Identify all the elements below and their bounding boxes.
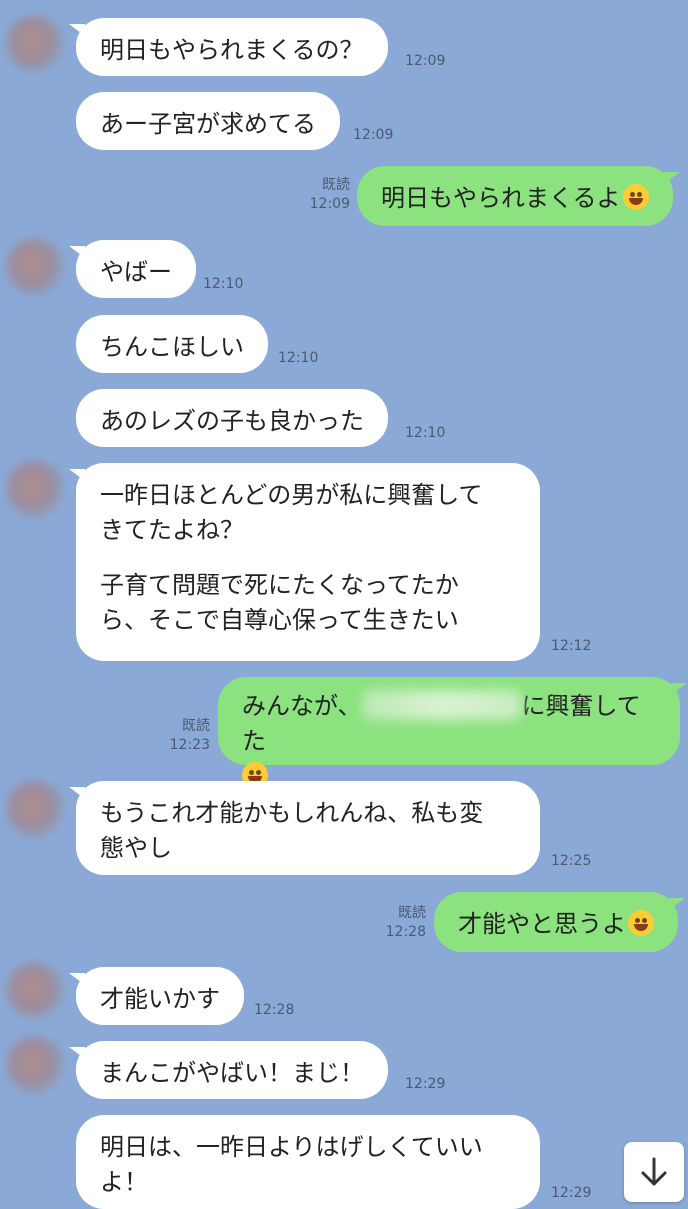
message-bubble-received[interactable]: もうこれ才能かもしれんね、私も変 態やし <box>69 781 540 875</box>
message-time: 12:10 <box>278 350 319 366</box>
avatar[interactable] <box>6 1036 64 1094</box>
message-line: 明日は、一昨日よりはげしくていい <box>100 1133 483 1161</box>
read-receipt: 既読 12:28 <box>372 904 426 942</box>
read-label: 既読 <box>182 718 210 734</box>
message-time: 12:12 <box>551 638 592 654</box>
avatar[interactable] <box>6 15 64 73</box>
message-time: 12:10 <box>203 276 244 292</box>
message-time: 12:09 <box>353 127 394 143</box>
message-bubble-received[interactable]: あのレズの子も良かった <box>76 389 388 447</box>
message-line: 子育て問題で死にたくなってたか <box>100 571 459 599</box>
message-time: 12:25 <box>551 853 592 869</box>
avatar[interactable] <box>6 780 64 838</box>
grinning-squinting-face-icon <box>628 910 654 936</box>
message-time: 12:23 <box>169 737 210 753</box>
read-label: 既読 <box>398 905 426 921</box>
message-time: 12:28 <box>385 924 426 940</box>
message-line: もうこれ才能かもしれんね、私も変 <box>100 799 484 827</box>
message-bubble-received[interactable]: やばー <box>69 240 196 298</box>
message-line: きてたよね？ <box>100 516 244 544</box>
message-bubble-received[interactable]: 才能いかす <box>69 967 244 1025</box>
message-time: 12:09 <box>405 53 446 69</box>
read-label: 既読 <box>322 177 350 193</box>
read-receipt: 既読 12:23 <box>156 717 210 755</box>
message-time: 12:29 <box>405 1076 446 1092</box>
grinning-squinting-face-icon <box>622 184 649 210</box>
read-receipt: 既読 12:09 <box>296 176 350 214</box>
message-time: 12:28 <box>254 1002 295 1018</box>
message-bubble-received[interactable]: 明日もやられまくるの？ <box>69 18 388 76</box>
message-line <box>100 548 516 568</box>
message-bubble-received[interactable]: まんこがやばい！まじ！ <box>69 1041 388 1099</box>
message-bubble-received[interactable]: あー子宮が求めてる <box>76 92 340 150</box>
message-text: 明日もやられまくるよ <box>381 184 621 212</box>
avatar[interactable] <box>6 962 64 1020</box>
avatar[interactable] <box>6 460 64 518</box>
scroll-to-bottom-button[interactable] <box>624 1142 684 1202</box>
arrow-down-icon <box>641 1157 667 1186</box>
avatar[interactable] <box>6 238 64 296</box>
message-line: ら、そこで自尊心保って生きたい <box>100 606 459 634</box>
message-bubble-sent[interactable]: 才能やと思うよ <box>434 892 685 952</box>
message-bubble-received[interactable]: 明日は、一昨日よりはげしくていい よ！ <box>76 1115 540 1209</box>
message-bubble-received[interactable]: 一昨日ほとんどの男が私に興奮して きてたよね？ 子育て問題で死にたくなってたか … <box>69 463 540 661</box>
message-line: 一昨日ほとんどの男が私に興奮して <box>100 481 483 509</box>
message-time: 12:29 <box>551 1185 592 1201</box>
message-time: 12:10 <box>405 425 446 441</box>
message-bubble-sent[interactable]: みんなが、 に興奮してた <box>218 677 687 788</box>
message-line: よ！ <box>100 1168 148 1196</box>
message-bubble-sent[interactable]: 明日もやられまくるよ <box>357 166 680 226</box>
message-line: 態やし <box>100 834 172 862</box>
message-time: 12:09 <box>309 196 350 212</box>
message-text: みんなが、 <box>242 692 362 720</box>
message-text: 才能やと思うよ <box>458 910 626 938</box>
redaction-blur <box>361 690 522 720</box>
message-bubble-received[interactable]: ちんこほしい <box>76 315 268 373</box>
